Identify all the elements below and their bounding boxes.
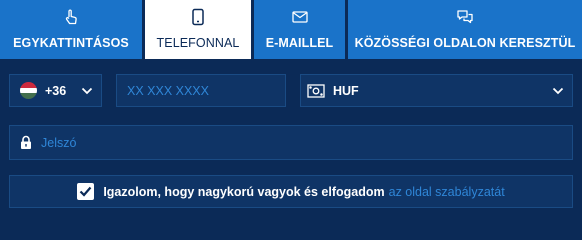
chevron-down-icon (552, 87, 564, 94)
tab-social[interactable]: KÖZÖSSÉGI OLDALON KERESZTÜL (348, 0, 582, 59)
password-placeholder: Jelszó (41, 135, 77, 150)
tab-label: TELEFONNAL (156, 36, 240, 50)
tab-email[interactable]: E-MAILLEL (254, 0, 345, 59)
password-field[interactable]: Jelszó (9, 125, 573, 160)
phone-icon (192, 8, 204, 26)
lock-icon (21, 135, 31, 149)
phone-code-select[interactable]: +36 (9, 74, 102, 107)
tab-label: E-MAILLEL (265, 36, 334, 50)
hungary-flag-icon (20, 82, 37, 99)
terms-row: Igazolom, hogy nagykorú vagyok és elfoga… (9, 175, 573, 208)
terms-link[interactable]: az oldal szabályzatát (389, 185, 505, 199)
tab-one-click[interactable]: EGYKATTINTÁSOS (0, 0, 142, 59)
registration-tabs: EGYKATTINTÁSOS TELEFONNAL E-MAILLEL KÖZÖ… (0, 0, 582, 59)
checkmark-icon (80, 186, 92, 197)
tab-label: EGYKATTINTÁSOS (13, 36, 129, 50)
chat-bubbles-icon (457, 10, 473, 24)
currency-value: HUF (333, 83, 359, 98)
terms-checkbox[interactable] (77, 183, 95, 200)
phone-code-value: +36 (45, 83, 67, 98)
terms-text: Igazolom, hogy nagykorú vagyok és elfoga… (103, 184, 385, 199)
chevron-down-icon (81, 87, 93, 94)
hand-pointer-icon (65, 9, 77, 25)
envelope-icon (291, 11, 308, 23)
phone-number-placeholder: XX XXX XXXX (127, 83, 209, 98)
tab-label: KÖZÖSSÉGI OLDALON KERESZTÜL (354, 36, 576, 50)
currency-select[interactable]: HUF (300, 74, 573, 107)
phone-number-input[interactable]: XX XXX XXXX (116, 74, 286, 107)
banknote-icon (307, 83, 325, 98)
tab-phone[interactable]: TELEFONNAL (145, 0, 251, 59)
